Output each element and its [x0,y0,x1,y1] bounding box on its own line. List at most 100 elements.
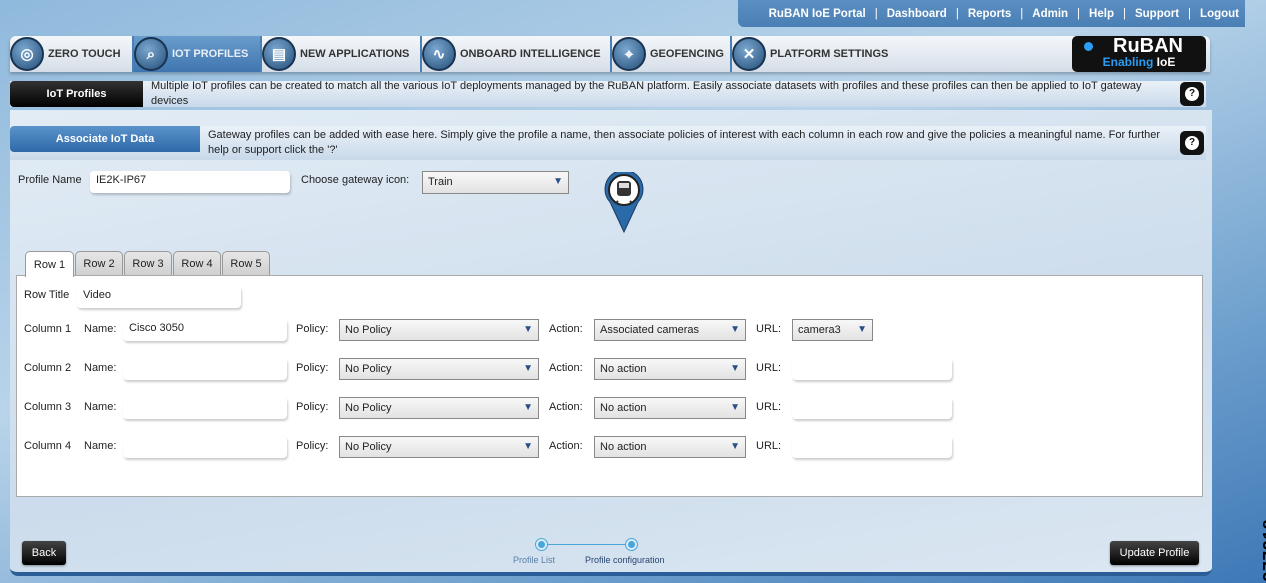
disc-icon: ◎ [10,37,44,71]
chevron-down-icon: ▼ [523,363,533,374]
column-name-input[interactable] [123,358,287,380]
nav-tab-label: IOT PROFILES [172,48,249,60]
action-select[interactable]: No action ▼ [594,397,746,419]
policy-label: Policy: [296,323,329,335]
associate-iot-bar: Associate IoT Data Gateway profiles can … [10,126,1206,160]
top-link-support[interactable]: Support [1135,8,1179,20]
url-select[interactable]: camera3 ▼ [792,319,873,341]
stepper-line [541,544,631,545]
name-label: Name: [84,362,117,374]
link-separator: | [1077,7,1081,20]
nav-tab-iot-profiles[interactable]: ⌕ IOT PROFILES [134,36,262,72]
tab-row-4[interactable]: Row 4 [173,251,221,276]
action-value: No action [600,363,647,375]
gateway-icon-value: Train [428,176,453,188]
gateway-icon-select[interactable]: Train ▼ [422,171,569,194]
column-label: Column 1 [24,323,72,335]
chevron-down-icon: ▼ [730,363,740,374]
action-label: Action: [549,440,583,452]
iot-profiles-description: Multiple IoT profiles can be created to … [151,80,1142,107]
action-select[interactable]: Associated cameras ▼ [594,319,746,341]
policy-select[interactable]: No Policy ▼ [339,358,539,380]
top-link-reports[interactable]: Reports [968,8,1011,20]
row-title-label: Row Title [24,289,70,301]
name-label: Name: [84,401,117,413]
action-select[interactable]: No action ▼ [594,436,746,458]
chart-gear-icon: ∿ [422,37,456,71]
top-link-dashboard[interactable]: Dashboard [887,8,947,20]
chevron-down-icon: ▼ [553,176,563,187]
profile-name-input[interactable]: IE2K-IP67 [90,171,290,193]
nav-tab-new-applications[interactable]: ▤ NEW APPLICATIONS [262,36,422,72]
iot-profiles-label: IoT Profiles [10,81,143,107]
map-pin-icon: ⌖ [612,37,646,71]
figure-id: 377218 [1259,518,1266,582]
column-name-input[interactable] [123,397,287,419]
link-separator: | [1122,7,1126,20]
step-profile-list[interactable]: Profile List [513,555,555,565]
nav-tab-zero-touch[interactable]: ◎ ZERO TOUCH [10,36,134,72]
url-input[interactable] [792,436,952,458]
update-profile-button[interactable]: Update Profile [1110,541,1199,565]
top-link-ruban-ioe-portal[interactable]: RuBAN IoE Portal [769,8,866,20]
link-separator: | [874,7,878,20]
action-label: Action: [549,323,583,335]
url-label: URL: [756,323,782,335]
link-separator: | [955,7,959,20]
policy-select[interactable]: No Policy ▼ [339,436,539,458]
tab-row-2[interactable]: Row 2 [75,251,123,276]
name-label: Name: [84,440,117,452]
action-select[interactable]: No action ▼ [594,358,746,380]
tab-row-5[interactable]: Row 5 [222,251,270,276]
policy-value: No Policy [345,441,392,453]
chevron-down-icon: ▼ [523,402,533,413]
gateway-icon-label: Choose gateway icon: [301,174,410,186]
help-icon: ? [1185,87,1199,101]
action-label: Action: [549,362,583,374]
action-value: Associated cameras [600,324,700,336]
chevron-down-icon: ▼ [730,324,740,335]
nav-tab-label: GEOFENCING [650,48,724,60]
tab-row-3[interactable]: Row 3 [124,251,172,276]
app-gear-icon: ▤ [262,37,296,71]
policy-value: No Policy [345,324,392,336]
nav-tab-onboard-intelligence[interactable]: ∿ ONBOARD INTELLIGENCE [422,36,612,72]
url-label: URL: [756,362,782,374]
tab-row-1[interactable]: Row 1 [25,251,74,277]
tools-icon: ✕ [732,37,766,71]
chevron-down-icon: ▼ [857,324,867,335]
associate-iot-label: Associate IoT Data [10,126,200,152]
step-profile-configuration[interactable]: Profile configuration [585,555,665,565]
policy-label: Policy: [296,362,329,374]
document-search-icon: ⌕ [134,37,168,71]
top-link-help[interactable]: Help [1089,8,1114,20]
step-dot-profile-configuration[interactable] [626,539,637,550]
ruban-logo: RuBAN Enabling IoE [1072,36,1206,72]
url-input[interactable] [792,358,952,380]
policy-select[interactable]: No Policy ▼ [339,319,539,341]
policy-select[interactable]: No Policy ▼ [339,397,539,419]
chevron-down-icon: ▼ [730,441,740,452]
logo-subtext-ioe: IoE [1156,55,1176,69]
step-dot-profile-list[interactable] [536,539,547,550]
url-input[interactable] [792,397,952,419]
chevron-down-icon: ▼ [523,441,533,452]
policy-label: Policy: [296,401,329,413]
top-link-logout[interactable]: Logout [1200,8,1239,20]
top-link-admin[interactable]: Admin [1032,8,1068,20]
logo-subtext: Enabling [1102,55,1154,69]
policy-value: No Policy [345,363,392,375]
name-label: Name: [84,323,117,335]
column-name-input[interactable] [123,436,287,458]
column-name-input[interactable]: Cisco 3050 [123,319,287,341]
action-value: No action [600,441,647,453]
url-label: URL: [756,401,782,413]
row-panel [16,275,1203,497]
policy-label: Policy: [296,440,329,452]
nav-tab-geofencing[interactable]: ⌖ GEOFENCING [612,36,732,72]
back-button[interactable]: Back [22,541,66,565]
url-label: URL: [756,440,782,452]
help-button-associate[interactable]: ? [1180,131,1204,155]
row-title-input[interactable]: Video [77,286,241,308]
help-button[interactable]: ? [1180,82,1204,106]
